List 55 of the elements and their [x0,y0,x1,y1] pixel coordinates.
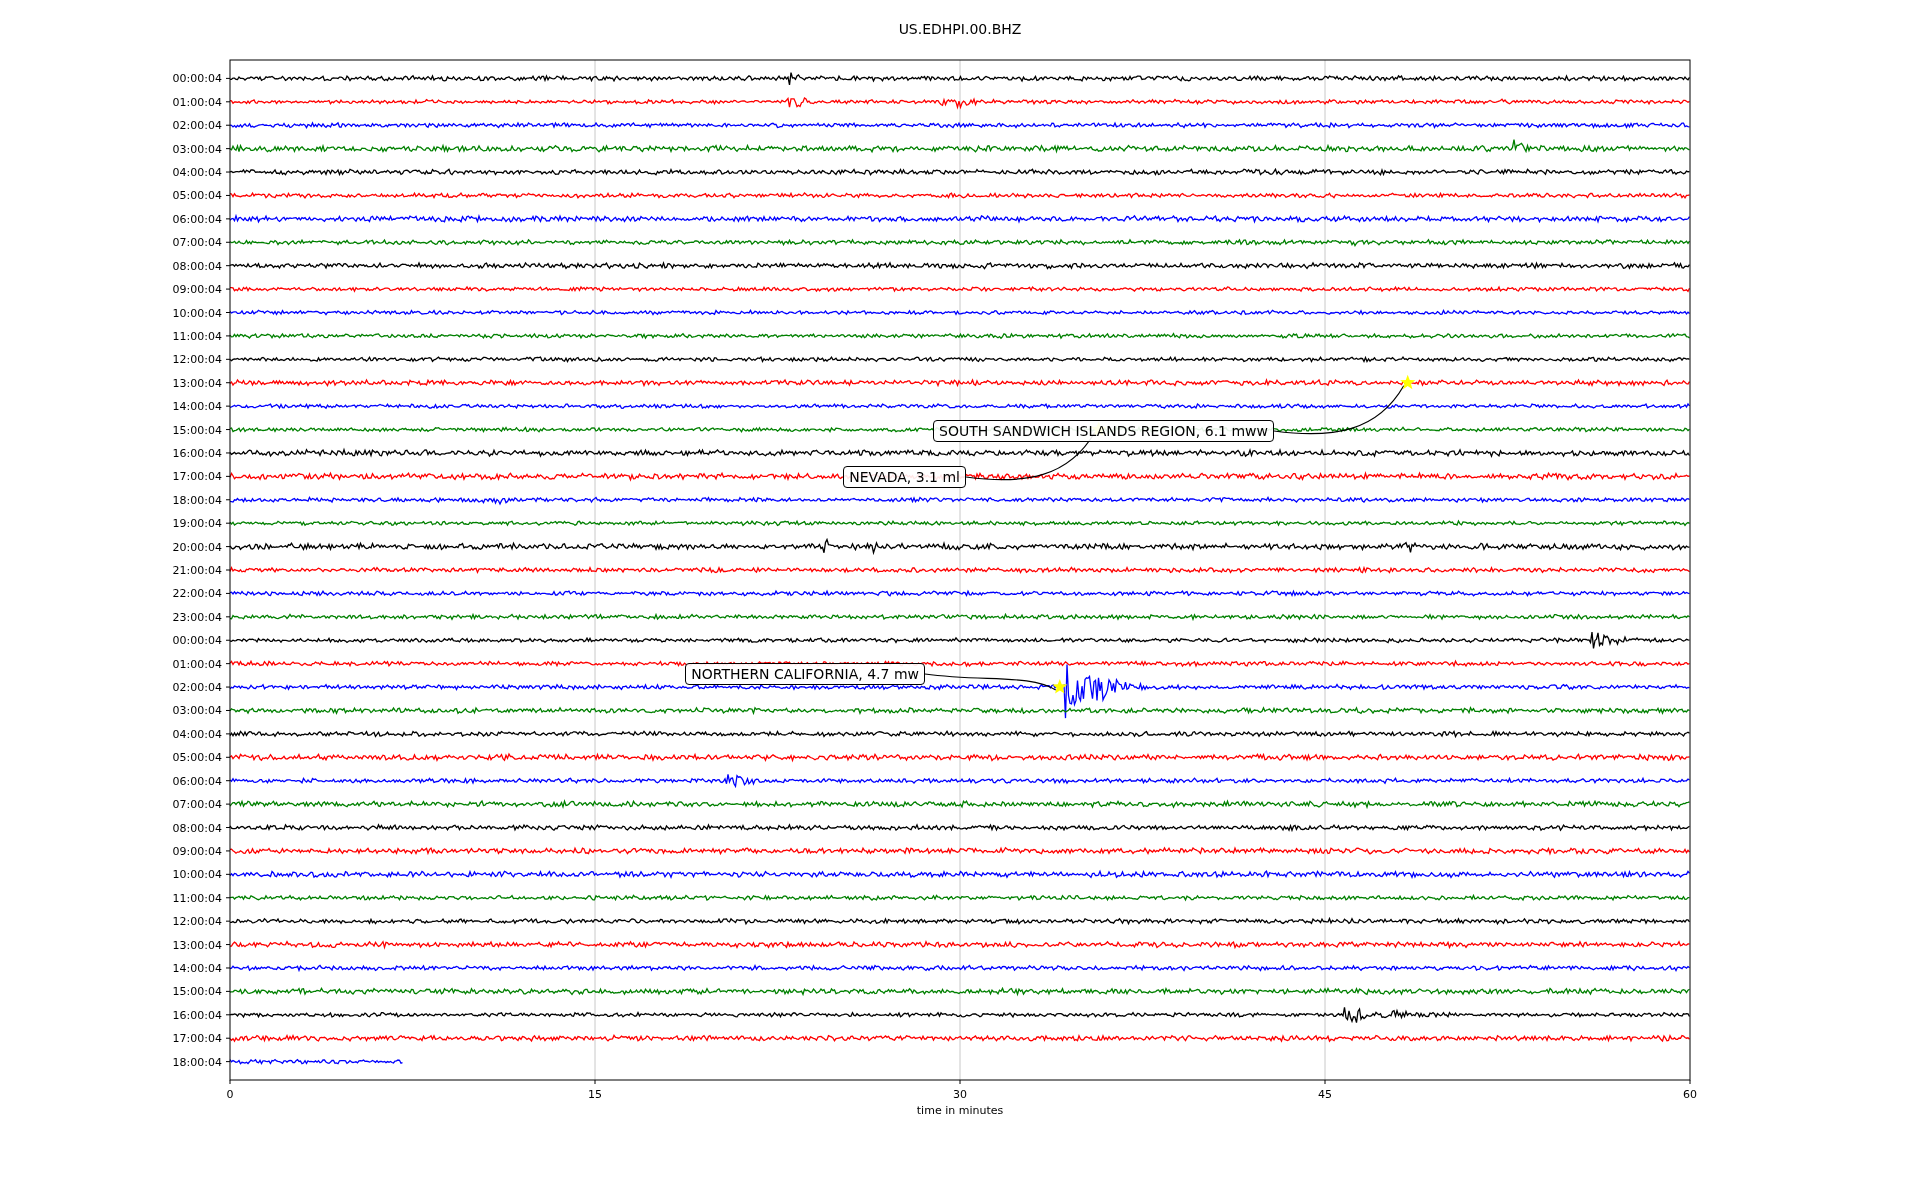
event-label: SOUTH SANDWICH ISLANDS REGION, 6.1 mww [933,420,1274,442]
time-label: 08:00:04 [172,821,222,835]
time-label: 05:00:04 [172,751,222,765]
time-label: 15:00:04 [172,985,222,999]
axis-tick-label: 0 [226,1088,234,1101]
axis-tick-label: 60 [1683,1088,1697,1101]
time-label: 11:00:04 [172,891,222,905]
time-label: 06:00:04 [172,212,222,226]
time-label: 18:00:04 [172,1055,222,1069]
axis-tick-label: 15 [588,1088,602,1101]
time-label: 13:00:04 [172,938,222,952]
time-label: 22:00:04 [172,587,222,601]
time-label: 01:00:04 [172,95,222,109]
axis-tick-label: 45 [1318,1088,1332,1101]
time-label: 21:00:04 [172,564,222,577]
time-label: 02:00:04 [172,681,222,695]
event-label: NORTHERN CALIFORNIA, 4.7 mw [685,663,925,685]
time-label: 17:00:04 [172,470,222,484]
star-icon [1052,679,1068,694]
axis-tick-label: 30 [953,1088,967,1101]
time-label: 10:00:04 [172,306,222,320]
axis-label: time in minutes [916,1104,1004,1117]
time-label: 23:00:04 [172,610,222,624]
time-label: 03:00:04 [172,142,222,156]
time-label: 12:00:04 [172,353,222,367]
time-label: 06:00:04 [172,774,222,788]
time-label: 18:00:04 [172,493,222,507]
time-label: 00:00:04 [172,634,222,648]
time-label: 15:00:04 [172,423,222,437]
time-label: 04:00:04 [172,166,222,180]
time-label: 08:00:04 [172,259,222,273]
time-label: 17:00:04 [172,1032,222,1046]
time-label: 00:00:04 [172,72,222,86]
time-label: 14:00:04 [172,962,222,975]
event-label: NEVADA, 3.1 ml [843,466,966,488]
time-label: 09:00:04 [172,283,222,297]
time-label: 12:00:04 [172,915,222,929]
time-label: 11:00:04 [172,329,222,343]
time-label: 04:00:04 [172,727,222,741]
time-label: 20:00:04 [172,540,222,554]
time-label: 07:00:04 [172,798,222,812]
time-label: 02:00:04 [172,119,222,133]
time-label: 03:00:04 [172,704,222,718]
time-label: 16:00:04 [172,1008,222,1022]
time-label: 05:00:04 [172,189,222,203]
time-label: 09:00:04 [172,844,222,858]
plot-title: US.EDHPI.00.BHZ [898,21,1022,39]
time-label: 19:00:04 [172,517,222,531]
star-icon [1400,374,1416,390]
time-label: 10:00:04 [172,868,222,882]
time-label: 16:00:04 [172,446,222,460]
time-label: 14:00:04 [172,400,222,414]
time-label: 07:00:04 [172,236,222,250]
time-label: 01:00:04 [172,657,222,671]
time-label: 13:00:04 [172,376,222,390]
